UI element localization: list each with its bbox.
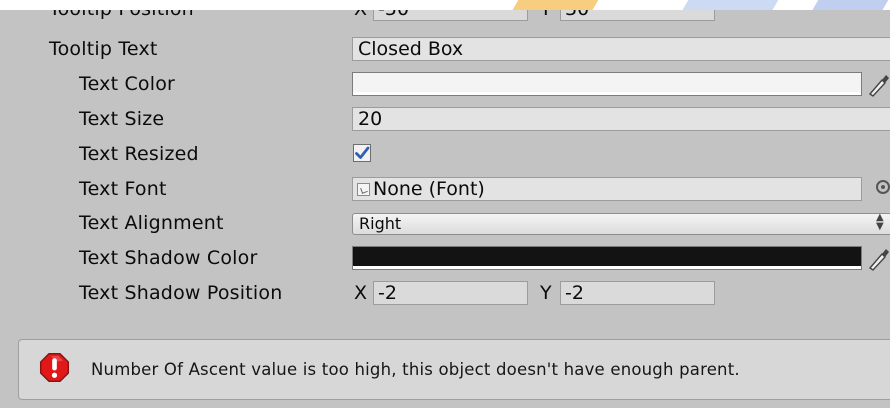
text-shadow-color-swatch[interactable]	[352, 246, 862, 270]
row-text-size: Text Size 20	[0, 104, 890, 134]
text-shadow-position-x-label: X	[354, 282, 368, 304]
error-message: Number Of Ascent value is too high, this…	[91, 360, 740, 379]
text-font-value: None (Font)	[373, 178, 485, 200]
text-shadow-position-label: Text Shadow Position	[79, 282, 283, 304]
text-alignment-dropdown[interactable]: Right	[352, 213, 890, 235]
text-color-swatch[interactable]	[352, 72, 862, 96]
row-text-font: Text Font None (Font)	[0, 174, 890, 204]
checkmark-icon	[355, 146, 370, 159]
text-resized-label: Text Resized	[79, 143, 199, 165]
text-color-label: Text Color	[79, 73, 176, 95]
tooltip-position-y-input[interactable]: 30	[560, 10, 715, 21]
eyedropper-icon[interactable]	[866, 245, 890, 271]
text-font-label: Text Font	[79, 178, 167, 200]
text-shadow-color-label: Text Shadow Color	[79, 247, 258, 269]
alpha-bar	[353, 266, 861, 269]
tooltip-text-input[interactable]: Closed Box	[352, 37, 890, 61]
tooltip-position-x-label: X	[354, 10, 367, 24]
tooltip-position-label: Tooltip Position	[49, 10, 194, 24]
text-font-object-field[interactable]: None (Font)	[352, 177, 862, 201]
row-tooltip-text: Tooltip Text Closed Box	[0, 34, 890, 64]
text-size-label: Text Size	[79, 108, 165, 130]
text-shadow-position-x-input[interactable]: -2	[373, 281, 528, 305]
text-size-input[interactable]: 20	[352, 107, 890, 131]
tooltip-position-y-label: Y	[540, 10, 552, 24]
tooltip-position-x-input[interactable]: -50	[373, 10, 528, 21]
object-picker-icon[interactable]	[876, 180, 890, 194]
text-resized-checkbox[interactable]	[353, 144, 371, 162]
row-text-shadow-position: Text Shadow Position X -2 Y -2	[0, 278, 890, 308]
text-alignment-label: Text Alignment	[79, 212, 224, 234]
row-text-color: Text Color	[0, 69, 890, 99]
row-text-shadow-color: Text Shadow Color	[0, 243, 890, 273]
row-tooltip-position: Tooltip Position X -50 Y 30	[0, 10, 890, 24]
inspector-panel: Tooltip Position X -50 Y 30 Tooltip Text…	[0, 10, 890, 408]
error-help-box: Number Of Ascent value is too high, this…	[18, 339, 890, 400]
font-asset-icon	[357, 183, 370, 196]
dropdown-arrows-icon: ▲ ▼	[876, 212, 884, 232]
alpha-bar	[353, 92, 861, 95]
text-shadow-position-y-input[interactable]: -2	[560, 281, 715, 305]
row-text-alignment: Text Alignment Right ▲ ▼	[0, 208, 890, 238]
row-text-resized: Text Resized	[0, 139, 890, 169]
error-icon	[39, 352, 70, 383]
tooltip-text-label: Tooltip Text	[49, 38, 158, 60]
text-shadow-position-y-label: Y	[540, 282, 552, 304]
eyedropper-icon[interactable]	[866, 71, 890, 97]
